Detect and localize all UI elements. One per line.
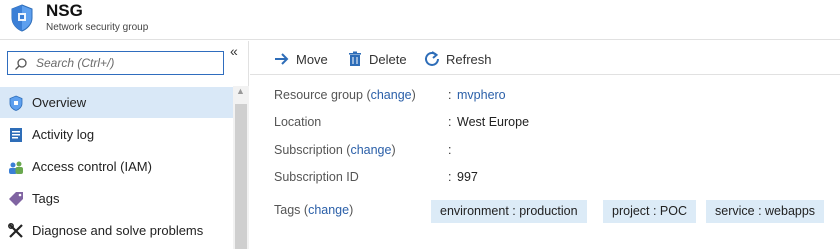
resource-group-value-link[interactable]: mvphero	[457, 88, 506, 102]
activity-log-icon	[8, 127, 24, 143]
subscription-id-value: 997	[457, 170, 478, 184]
sidebar-item-label: Overview	[32, 95, 87, 110]
property-label: Resource group	[274, 88, 363, 102]
collapse-sidebar-button[interactable]: «	[230, 43, 238, 59]
refresh-label: Refresh	[446, 51, 492, 67]
sidebar-scrollbar[interactable]: ▲	[233, 86, 249, 249]
shield-icon	[8, 95, 24, 111]
property-subscription: Subscription (change) :	[274, 143, 452, 157]
shield-icon	[10, 4, 34, 32]
refresh-icon	[423, 50, 441, 68]
scrollbar-thumb[interactable]	[235, 104, 247, 249]
sidebar-item-overview[interactable]: Overview	[0, 87, 233, 118]
page-title: NSG	[46, 1, 83, 20]
essentials-panel: Resource group (change) : mvphero Locati…	[250, 76, 840, 249]
tag-icon	[8, 191, 24, 207]
users-icon	[8, 159, 24, 175]
page-subtitle: Network security group	[46, 22, 149, 33]
wrench-icon	[8, 223, 24, 239]
scroll-up-icon[interactable]: ▲	[236, 86, 245, 96]
delete-label: Delete	[369, 51, 407, 67]
tag-chip[interactable]: environment : production	[431, 200, 587, 223]
tag-chip[interactable]: service : webapps	[706, 200, 825, 223]
sidebar-item-activity-log[interactable]: Activity log	[0, 119, 233, 150]
move-label: Move	[296, 51, 328, 67]
sidebar-item-label: Activity log	[32, 127, 95, 142]
property-location: Location : West Europe	[274, 115, 530, 129]
property-label: Location	[274, 115, 322, 129]
property-label: Subscription ID	[274, 170, 359, 184]
sidebar-item-label: Diagnose and solve problems	[32, 223, 204, 238]
refresh-button[interactable]: Refresh	[423, 49, 492, 69]
property-tags: Tags (change) :	[274, 203, 451, 217]
command-bar: Move Delete Refresh	[250, 41, 840, 75]
sidebar-item-label: Tags	[32, 191, 60, 206]
change-resource-group-link[interactable]: change	[371, 88, 412, 102]
property-resource-group: Resource group (change) : mvphero	[274, 88, 506, 102]
sidebar-item-label: Access control (IAM)	[32, 159, 152, 174]
location-value: West Europe	[457, 115, 530, 129]
sidebar-item-access-control[interactable]: Access control (IAM)	[0, 151, 233, 182]
arrow-right-icon	[273, 50, 291, 68]
move-button[interactable]: Move	[273, 49, 328, 69]
search-placeholder: Search (Ctrl+/)	[36, 56, 115, 70]
sidebar-item-tags[interactable]: Tags	[0, 183, 233, 214]
delete-button[interactable]: Delete	[346, 49, 407, 69]
blade-header: NSG Network security group	[0, 0, 840, 40]
trash-icon	[346, 50, 364, 68]
tag-chip[interactable]: project : POC	[603, 200, 697, 223]
sidebar-item-diagnose[interactable]: Diagnose and solve problems	[0, 215, 233, 246]
change-tags-link[interactable]: change	[308, 203, 349, 217]
property-subscription-id: Subscription ID : 997	[274, 170, 478, 184]
search-input[interactable]: Search (Ctrl+/)	[7, 51, 224, 75]
property-label: Tags	[274, 203, 301, 217]
property-label: Subscription	[274, 143, 343, 157]
sidebar: Search (Ctrl+/) « Overview Activity log	[0, 41, 249, 249]
change-subscription-link[interactable]: change	[350, 143, 391, 157]
search-icon	[14, 57, 28, 71]
